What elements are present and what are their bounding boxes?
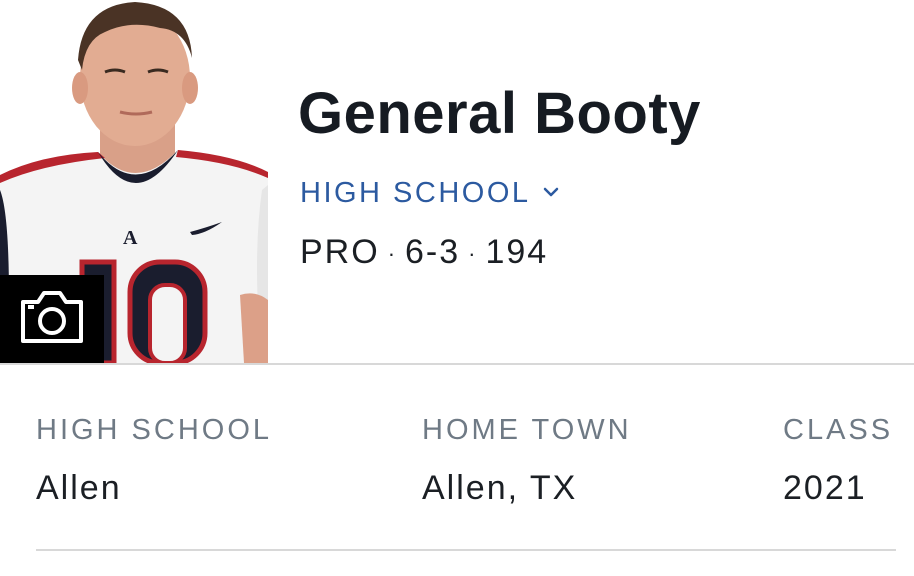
svg-text:A: A xyxy=(123,227,138,249)
profile-header: A General Booty HIGH SCHOOL PRO · 6-3 · … xyxy=(0,0,914,364)
section-divider xyxy=(36,549,896,551)
info-class: CLASS 2021 xyxy=(783,414,893,508)
separator-dot: · xyxy=(468,241,478,267)
player-name: General Booty xyxy=(298,81,701,146)
info-label: CLASS xyxy=(783,414,894,446)
player-position: PRO xyxy=(300,233,380,271)
level-selector-label: HIGH SCHOOL xyxy=(300,177,531,209)
info-home-town: HOME TOWN Allen, TX xyxy=(422,414,632,508)
section-divider xyxy=(0,363,914,365)
info-label: HOME TOWN xyxy=(422,414,632,446)
info-value: Allen, TX xyxy=(422,469,578,507)
level-selector[interactable]: HIGH SCHOOL xyxy=(300,177,559,210)
camera-icon xyxy=(18,288,86,351)
change-photo-button[interactable] xyxy=(0,275,104,363)
info-label: HIGH SCHOOL xyxy=(36,414,273,446)
info-value: Allen xyxy=(36,469,122,507)
player-measurements: PRO · 6-3 · 194 xyxy=(300,233,548,272)
chevron-down-icon xyxy=(543,185,559,203)
player-weight: 194 xyxy=(485,233,549,271)
info-value: 2021 xyxy=(783,469,867,507)
info-high-school: HIGH SCHOOL Allen xyxy=(36,414,272,508)
player-height: 6-3 xyxy=(405,233,461,271)
separator-dot: · xyxy=(387,241,398,267)
